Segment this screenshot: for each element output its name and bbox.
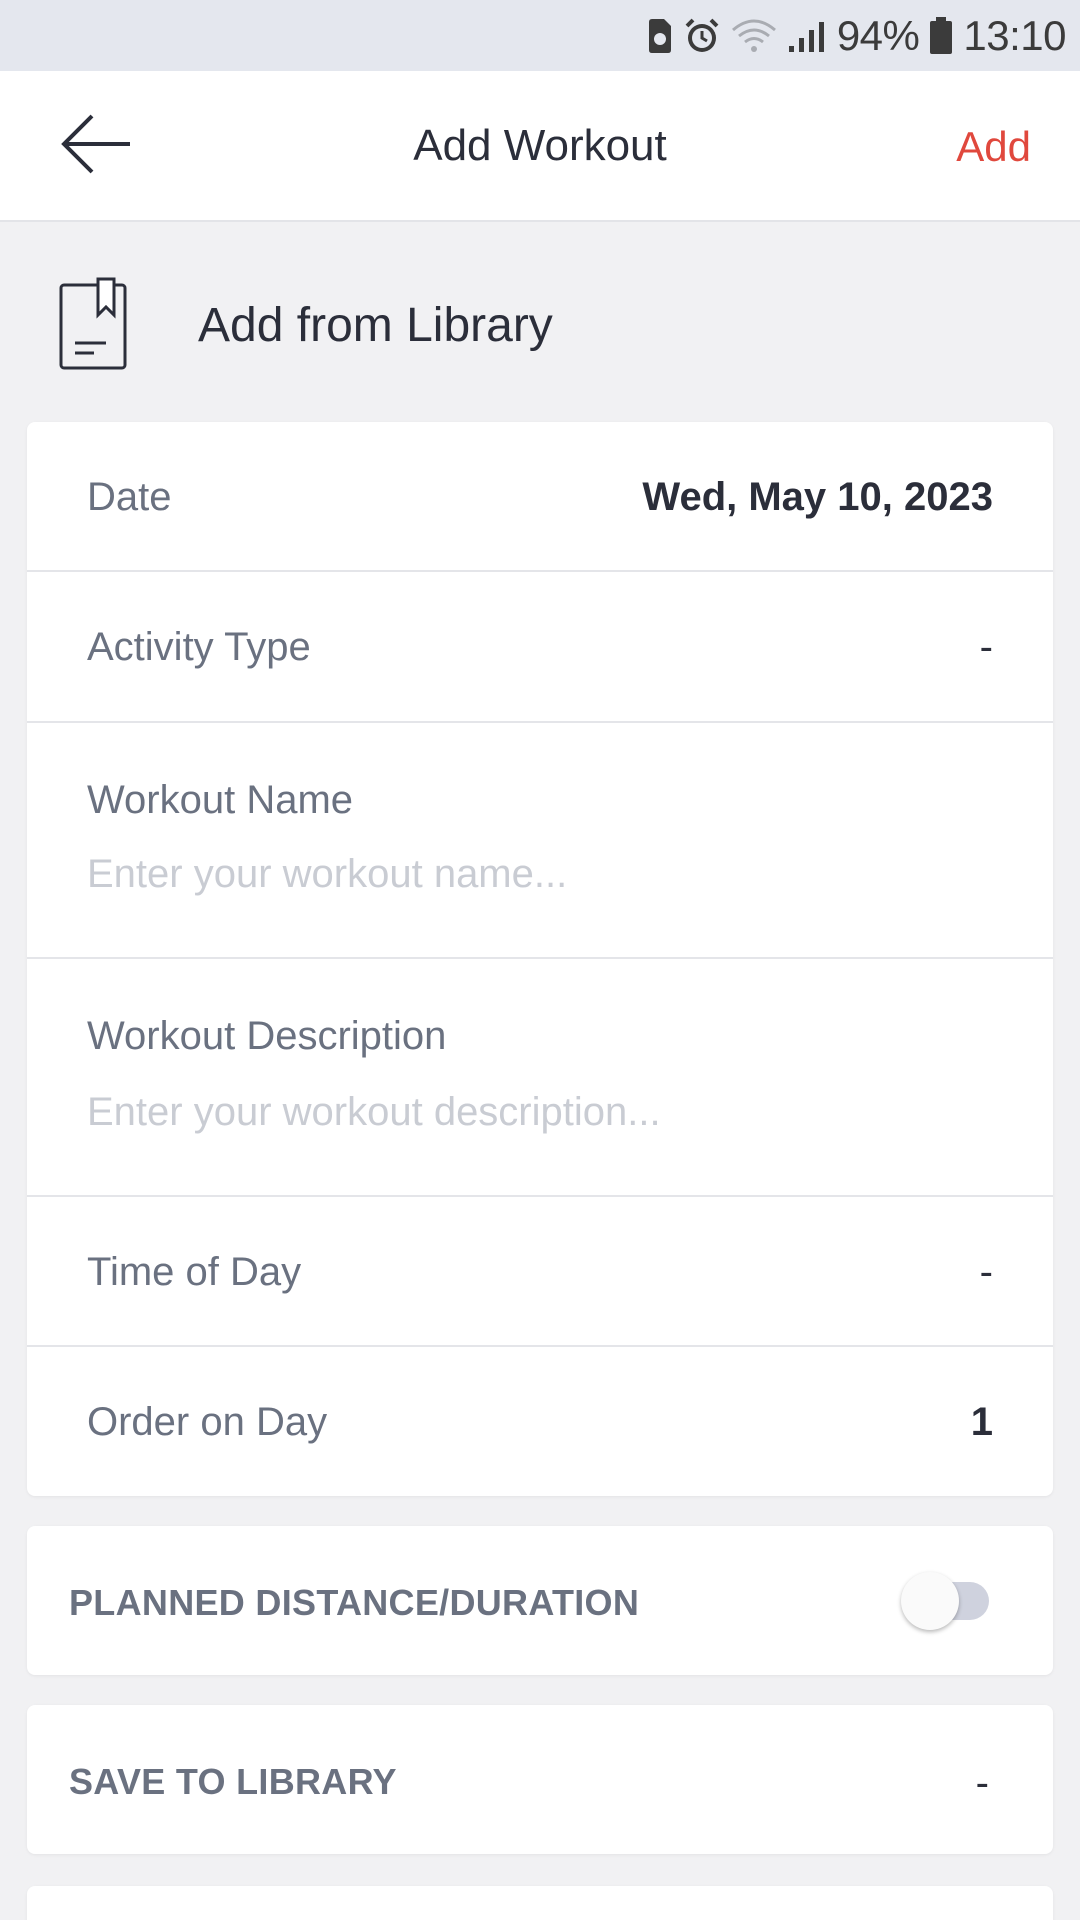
add-from-library-button[interactable]: Add from Library [0, 222, 1080, 422]
workout-description-label: Workout Description [87, 1014, 447, 1058]
workout-name-label: Workout Name [87, 778, 354, 822]
workout-name-input[interactable] [87, 849, 987, 899]
order-on-day-row[interactable]: Order on Day 1 [27, 1347, 1053, 1496]
planned-distance-card: PLANNED DISTANCE/DURATION [27, 1526, 1053, 1675]
workout-form-card: Date Wed, May 10, 2023 Activity Type - W… [27, 422, 1053, 1496]
workout-description-row: Workout Description [27, 959, 1053, 1197]
workout-name-row: Workout Name [27, 723, 1053, 959]
planned-distance-label: PLANNED DISTANCE/DURATION [69, 1582, 640, 1623]
add-button[interactable]: Add [956, 123, 1031, 171]
planned-distance-toggle[interactable] [901, 1572, 991, 1630]
wifi-icon [731, 18, 777, 54]
date-value: Wed, May 10, 2023 [642, 475, 993, 519]
sim-card-icon [647, 18, 673, 54]
alarm-icon [683, 17, 721, 55]
date-row[interactable]: Date Wed, May 10, 2023 [27, 422, 1053, 572]
toggle-knob [901, 1572, 959, 1630]
activity-type-label: Activity Type [87, 625, 311, 669]
time-of-day-label: Time of Day [87, 1250, 302, 1294]
workout-description-input[interactable] [87, 1087, 987, 1137]
battery-icon [929, 16, 953, 55]
add-from-library-label: Add from Library [198, 299, 553, 352]
date-label: Date [87, 475, 172, 519]
time-of-day-value: - [979, 1250, 993, 1294]
battery-percent: 94% [836, 11, 920, 59]
activity-type-row[interactable]: Activity Type - [27, 572, 1053, 723]
next-section-card [27, 1886, 1053, 1920]
save-to-library-card[interactable]: SAVE TO LIBRARY - [27, 1705, 1053, 1854]
page-title: Add Workout [413, 121, 667, 170]
order-on-day-label: Order on Day [87, 1400, 328, 1444]
signal-icon [787, 18, 827, 54]
order-on-day-value: 1 [970, 1400, 993, 1444]
save-to-library-label: SAVE TO LIBRARY [69, 1761, 397, 1802]
activity-type-value: - [979, 625, 993, 669]
status-time: 13:10 [963, 11, 1066, 59]
save-to-library-value: - [975, 1761, 989, 1805]
status-bar: 94% 13:10 [0, 0, 1080, 71]
time-of-day-row[interactable]: Time of Day - [27, 1197, 1053, 1347]
app-header: Add Workout Add [0, 71, 1080, 222]
bookmark-document-icon [58, 277, 130, 376]
